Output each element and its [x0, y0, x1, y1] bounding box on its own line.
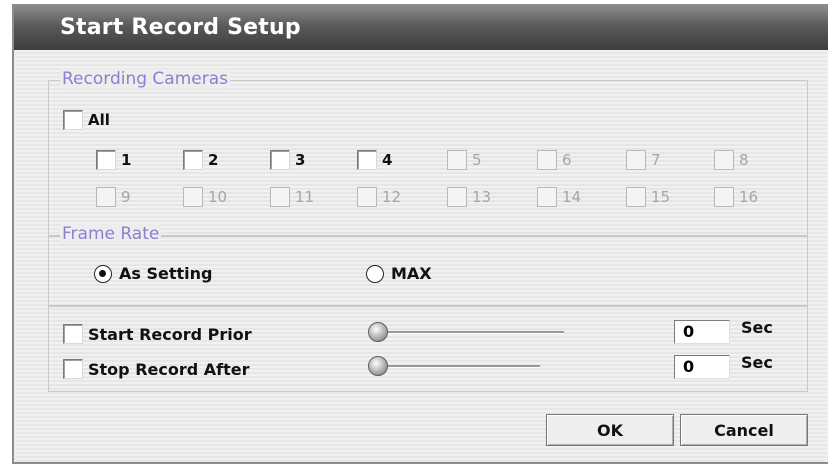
camera-checkbox-label: 6 [562, 151, 572, 169]
camera-checkbox-6: 6 [537, 150, 572, 170]
camera-checkbox-label: 2 [208, 151, 219, 169]
camera-checkbox-box[interactable] [270, 150, 290, 170]
radio-as-setting[interactable]: As Setting [94, 264, 212, 283]
camera-checkbox-box[interactable] [357, 150, 377, 170]
camera-checkbox-8: 8 [714, 150, 749, 170]
camera-checkbox-box[interactable] [183, 150, 203, 170]
start-record-prior-box[interactable] [63, 324, 83, 344]
start-record-setup-dialog: Start Record Setup Recording Cameras All… [12, 4, 828, 464]
camera-checkbox-15: 15 [626, 187, 670, 207]
camera-checkbox-label: 15 [651, 188, 671, 206]
camera-checkbox-12: 12 [357, 187, 401, 207]
stop-record-after-unit: Sec [741, 353, 773, 372]
start-record-prior-checkbox[interactable]: Start Record Prior [63, 324, 252, 344]
slider-track[interactable] [378, 331, 564, 334]
slider-thumb[interactable] [368, 322, 388, 342]
camera-checkbox-box [626, 187, 646, 207]
camera-checkbox-16: 16 [714, 187, 758, 207]
camera-checkbox-9: 9 [96, 187, 131, 207]
radio-max-circle[interactable] [366, 264, 384, 283]
stop-record-after-field[interactable]: 0 [674, 355, 730, 379]
camera-checkbox-2[interactable]: 2 [183, 150, 218, 170]
stop-record-after-box[interactable] [63, 359, 83, 379]
camera-checkbox-3[interactable]: 3 [270, 150, 305, 170]
radio-max-label: MAX [391, 264, 432, 283]
camera-checkbox-box [626, 150, 646, 170]
radio-max[interactable]: MAX [366, 264, 432, 283]
camera-checkbox-label: 10 [208, 188, 228, 206]
stop-record-after-checkbox[interactable]: Stop Record After [63, 359, 249, 379]
start-record-prior-slider[interactable] [368, 322, 568, 342]
start-record-prior-label: Start Record Prior [88, 324, 252, 344]
camera-checkbox-5: 5 [447, 150, 482, 170]
camera-checkbox-label: 5 [472, 151, 482, 169]
camera-checkbox-box [357, 187, 377, 207]
camera-checkbox-label: 12 [382, 188, 402, 206]
camera-checkbox-label: 11 [295, 188, 315, 206]
camera-checkbox-11: 11 [270, 187, 314, 207]
all-cameras-box[interactable] [63, 110, 83, 130]
title-bar[interactable]: Start Record Setup [14, 6, 828, 50]
camera-checkbox-13: 13 [447, 187, 491, 207]
stop-record-after-label: Stop Record After [88, 359, 250, 379]
camera-checkbox-label: 16 [739, 188, 759, 206]
dialog-body: Recording Cameras All 12345678 9 10 11 12 13… [16, 50, 826, 462]
camera-checkbox-label: 8 [739, 151, 749, 169]
camera-checkbox-box [270, 187, 290, 207]
camera-checkbox-box [714, 150, 734, 170]
camera-checkbox-label: 3 [295, 151, 306, 169]
camera-checkbox-box[interactable] [96, 150, 116, 170]
radio-as-setting-circle[interactable] [94, 264, 112, 283]
camera-checkbox-label: 4 [382, 151, 393, 169]
camera-checkbox-label: 14 [562, 188, 582, 206]
slider-track[interactable] [378, 365, 540, 368]
record-time-group [48, 306, 808, 392]
camera-checkbox-box [447, 187, 467, 207]
camera-checkbox-10: 10 [183, 187, 227, 207]
camera-checkbox-1[interactable]: 1 [96, 150, 131, 170]
recording-cameras-legend: Recording Cameras [60, 69, 230, 89]
camera-checkbox-label: 1 [121, 151, 132, 169]
camera-checkbox-box [96, 187, 116, 207]
camera-checkbox-label: 13 [472, 188, 492, 206]
recording-cameras-group [48, 80, 808, 236]
camera-checkbox-label: 9 [121, 188, 131, 206]
stop-record-after-slider[interactable] [368, 356, 543, 376]
camera-checkbox-box [537, 187, 557, 207]
start-record-prior-field[interactable]: 0 [674, 320, 730, 344]
camera-checkbox-7: 7 [626, 150, 661, 170]
camera-checkbox-box [183, 187, 203, 207]
frame-rate-legend: Frame Rate [60, 224, 162, 244]
camera-checkbox-4[interactable]: 4 [357, 150, 392, 170]
dialog-title: Start Record Setup [60, 15, 301, 40]
camera-checkbox-label: 7 [651, 151, 661, 169]
camera-checkbox-box [447, 150, 467, 170]
radio-as-setting-label: As Setting [119, 264, 213, 283]
all-cameras-checkbox[interactable]: All [63, 110, 110, 130]
camera-checkbox-box [537, 150, 557, 170]
all-cameras-label: All [88, 111, 110, 129]
camera-checkbox-box [714, 187, 734, 207]
cancel-button[interactable]: Cancel [680, 414, 808, 446]
slider-thumb[interactable] [368, 356, 388, 376]
ok-button[interactable]: OK [546, 414, 674, 446]
start-record-prior-unit: Sec [741, 318, 773, 337]
camera-checkbox-14: 14 [537, 187, 581, 207]
